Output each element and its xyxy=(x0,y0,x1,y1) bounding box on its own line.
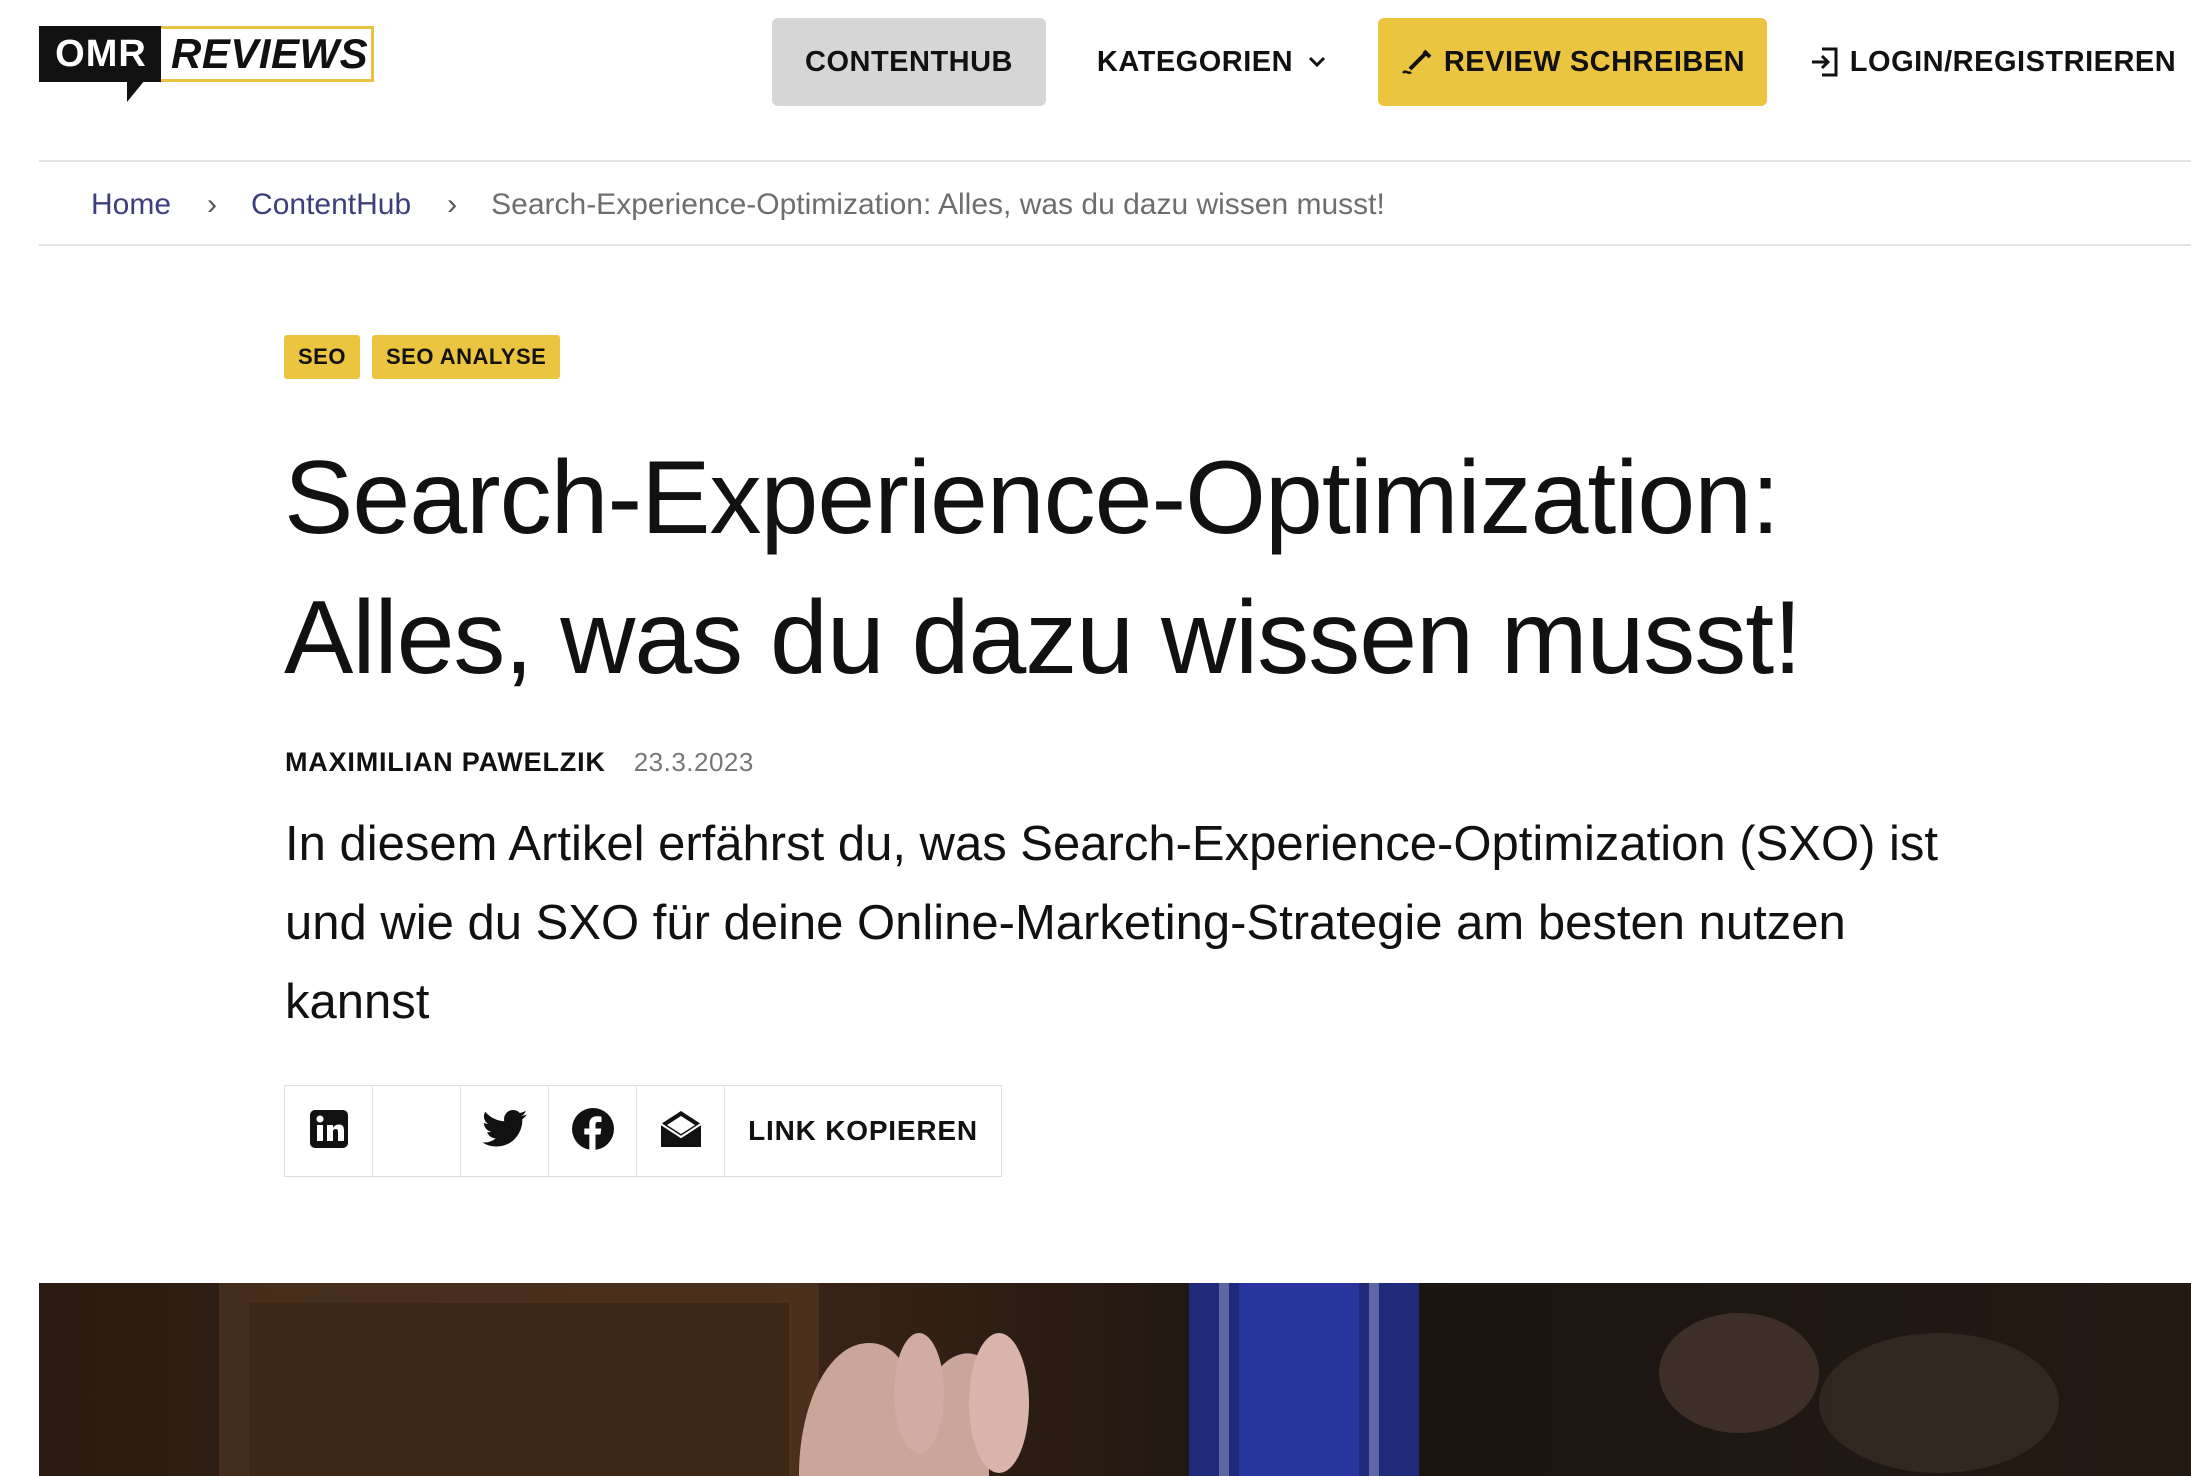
facebook-icon xyxy=(571,1107,615,1156)
author-name[interactable]: MAXIMILIAN PAWELZIK xyxy=(285,747,606,778)
hero-image xyxy=(39,1283,2191,1476)
mail-icon xyxy=(658,1108,704,1155)
breadcrumb-separator: › xyxy=(447,188,458,221)
twitter-icon xyxy=(481,1109,528,1153)
chevron-down-icon xyxy=(1307,55,1327,69)
share-twitter-button[interactable] xyxy=(461,1086,549,1176)
breadcrumb-separator: › xyxy=(207,188,218,221)
copy-link-button[interactable]: LINK KOPIEREN xyxy=(725,1086,1001,1176)
login-register-button[interactable]: LOGIN/REGISTRIEREN xyxy=(1811,18,2176,106)
nav-contenthub-button[interactable]: CONTENTHUB xyxy=(772,18,1046,106)
breadcrumb-contenthub[interactable]: ContentHub xyxy=(251,188,411,222)
article-lead: In diesem Artikel erfährst du, was Searc… xyxy=(285,817,1939,1029)
publish-date: 23.3.2023 xyxy=(633,746,754,777)
login-icon xyxy=(1808,45,1842,79)
nav-kategorien-label: KATEGORIEN xyxy=(1096,45,1294,78)
header-divider xyxy=(39,160,2191,162)
logo-speech-tail xyxy=(127,80,145,102)
logo-omr-block: OMR xyxy=(39,26,163,82)
article-title-line1: Search-Experience-Optimization: xyxy=(284,440,1780,556)
logo-reviews-text: REVIEWS xyxy=(161,26,374,82)
article-tags: SEO SEO ANALYSE xyxy=(284,335,561,379)
share-facebook-button[interactable] xyxy=(549,1086,637,1176)
review-schreiben-button[interactable]: REVIEW SCHREIBEN xyxy=(1378,18,1767,106)
review-schreiben-label: REVIEW SCHREIBEN xyxy=(1443,45,1746,78)
tag-seo[interactable]: SEO xyxy=(284,335,360,379)
hero-image-graphic xyxy=(39,1283,2191,1476)
share-linkedin-button[interactable] xyxy=(285,1086,373,1176)
omr-reviews-logo[interactable]: OMR REVIEWS xyxy=(39,26,374,102)
article-title: Search-Experience-Optimization: Alles, w… xyxy=(284,428,2084,708)
nav-contenthub-label: CONTENTHUB xyxy=(805,45,1013,78)
breadcrumb-home[interactable]: Home xyxy=(91,188,171,222)
breadcrumb-divider xyxy=(39,244,2191,246)
tag-seo-analyse[interactable]: SEO ANALYSE xyxy=(371,335,561,379)
share-xing-button[interactable] xyxy=(373,1086,461,1176)
share-mail-button[interactable] xyxy=(637,1086,725,1176)
copy-link-label: LINK KOPIEREN xyxy=(748,1115,978,1146)
share-bar: LINK KOPIEREN xyxy=(284,1085,1002,1177)
login-register-label: LOGIN/REGISTRIEREN xyxy=(1849,45,2177,78)
nav-kategorien-dropdown[interactable]: KATEGORIEN xyxy=(1092,18,1332,106)
article-title-line2: Alles, was du dazu wissen musst! xyxy=(284,580,1802,696)
article-meta: MAXIMILIAN PAWELZIK 23.3.2023 xyxy=(285,742,754,782)
pen-icon xyxy=(1400,47,1436,77)
breadcrumb-current: Search-Experience-Optimization: Alles, w… xyxy=(491,188,1385,221)
linkedin-icon xyxy=(308,1108,350,1155)
site-header: OMR REVIEWS CONTENTHUB KATEGORIEN REVIEW… xyxy=(0,0,2191,162)
breadcrumb: Home › ContentHub › Search-Experience-Op… xyxy=(91,180,1385,230)
